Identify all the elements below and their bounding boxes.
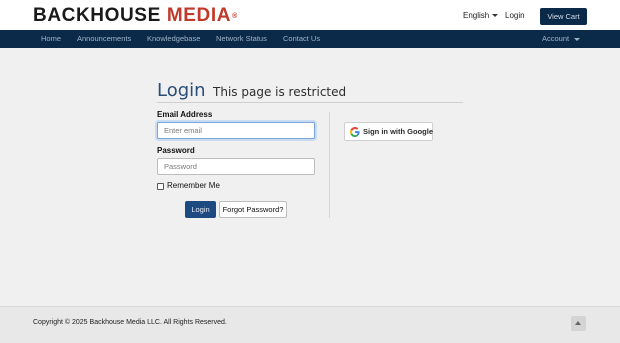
registered-mark: ® — [232, 13, 238, 20]
nav-network-status[interactable]: Network Status — [216, 30, 267, 48]
view-cart-button[interactable]: View Cart — [540, 8, 587, 25]
main-nav: Home Announcements Knowledgebase Network… — [0, 30, 620, 48]
arrow-up-icon — [575, 321, 581, 325]
nav-account-label: Account — [542, 34, 570, 43]
language-dropdown[interactable]: English — [463, 11, 499, 20]
password-field[interactable] — [157, 158, 315, 175]
remember-me-label[interactable]: Remember Me — [167, 181, 220, 190]
nav-contact-us[interactable]: Contact Us — [283, 30, 320, 48]
page-subtitle: This page is restricted — [213, 85, 347, 99]
language-label: English — [463, 11, 490, 20]
heading-divider — [157, 102, 463, 103]
forgot-password-button[interactable]: Forgot Password? — [219, 201, 287, 218]
page: BACKHOUSE MEDIA® English Login View Cart … — [0, 0, 620, 343]
column-divider — [329, 112, 330, 218]
logo-word-backhouse: BACKHOUSE — [33, 5, 161, 26]
caret-down-icon — [574, 37, 581, 41]
google-signin-button[interactable]: Sign in with Google — [344, 122, 433, 141]
main-content: Login This page is restricted Email Addr… — [0, 48, 620, 306]
nav-account-dropdown[interactable]: Account — [542, 30, 581, 48]
page-heading: Login This page is restricted — [157, 80, 346, 101]
google-signin-label: Sign in with Google — [363, 127, 433, 136]
caret-down-icon — [492, 14, 499, 18]
nav-home[interactable]: Home — [41, 30, 61, 48]
top-header: BACKHOUSE MEDIA® English Login View Cart — [0, 0, 620, 30]
logo[interactable]: BACKHOUSE MEDIA® — [33, 5, 238, 27]
page-title: Login — [157, 80, 206, 101]
google-icon — [350, 127, 360, 137]
logo-word-media: MEDIA — [166, 5, 232, 26]
login-button[interactable]: Login — [185, 201, 216, 218]
nav-knowledgebase[interactable]: Knowledgebase — [147, 30, 200, 48]
email-field[interactable] — [157, 122, 315, 139]
nav-announcements[interactable]: Announcements — [77, 30, 131, 48]
header-login-link[interactable]: Login — [505, 11, 525, 20]
back-to-top-button[interactable] — [571, 316, 586, 331]
footer: Copyright © 2025 Backhouse Media LLC. Al… — [0, 306, 620, 343]
password-label: Password — [157, 146, 195, 155]
copyright-text: Copyright © 2025 Backhouse Media LLC. Al… — [33, 319, 227, 326]
remember-me-checkbox[interactable] — [157, 183, 164, 190]
email-label: Email Address — [157, 110, 213, 119]
